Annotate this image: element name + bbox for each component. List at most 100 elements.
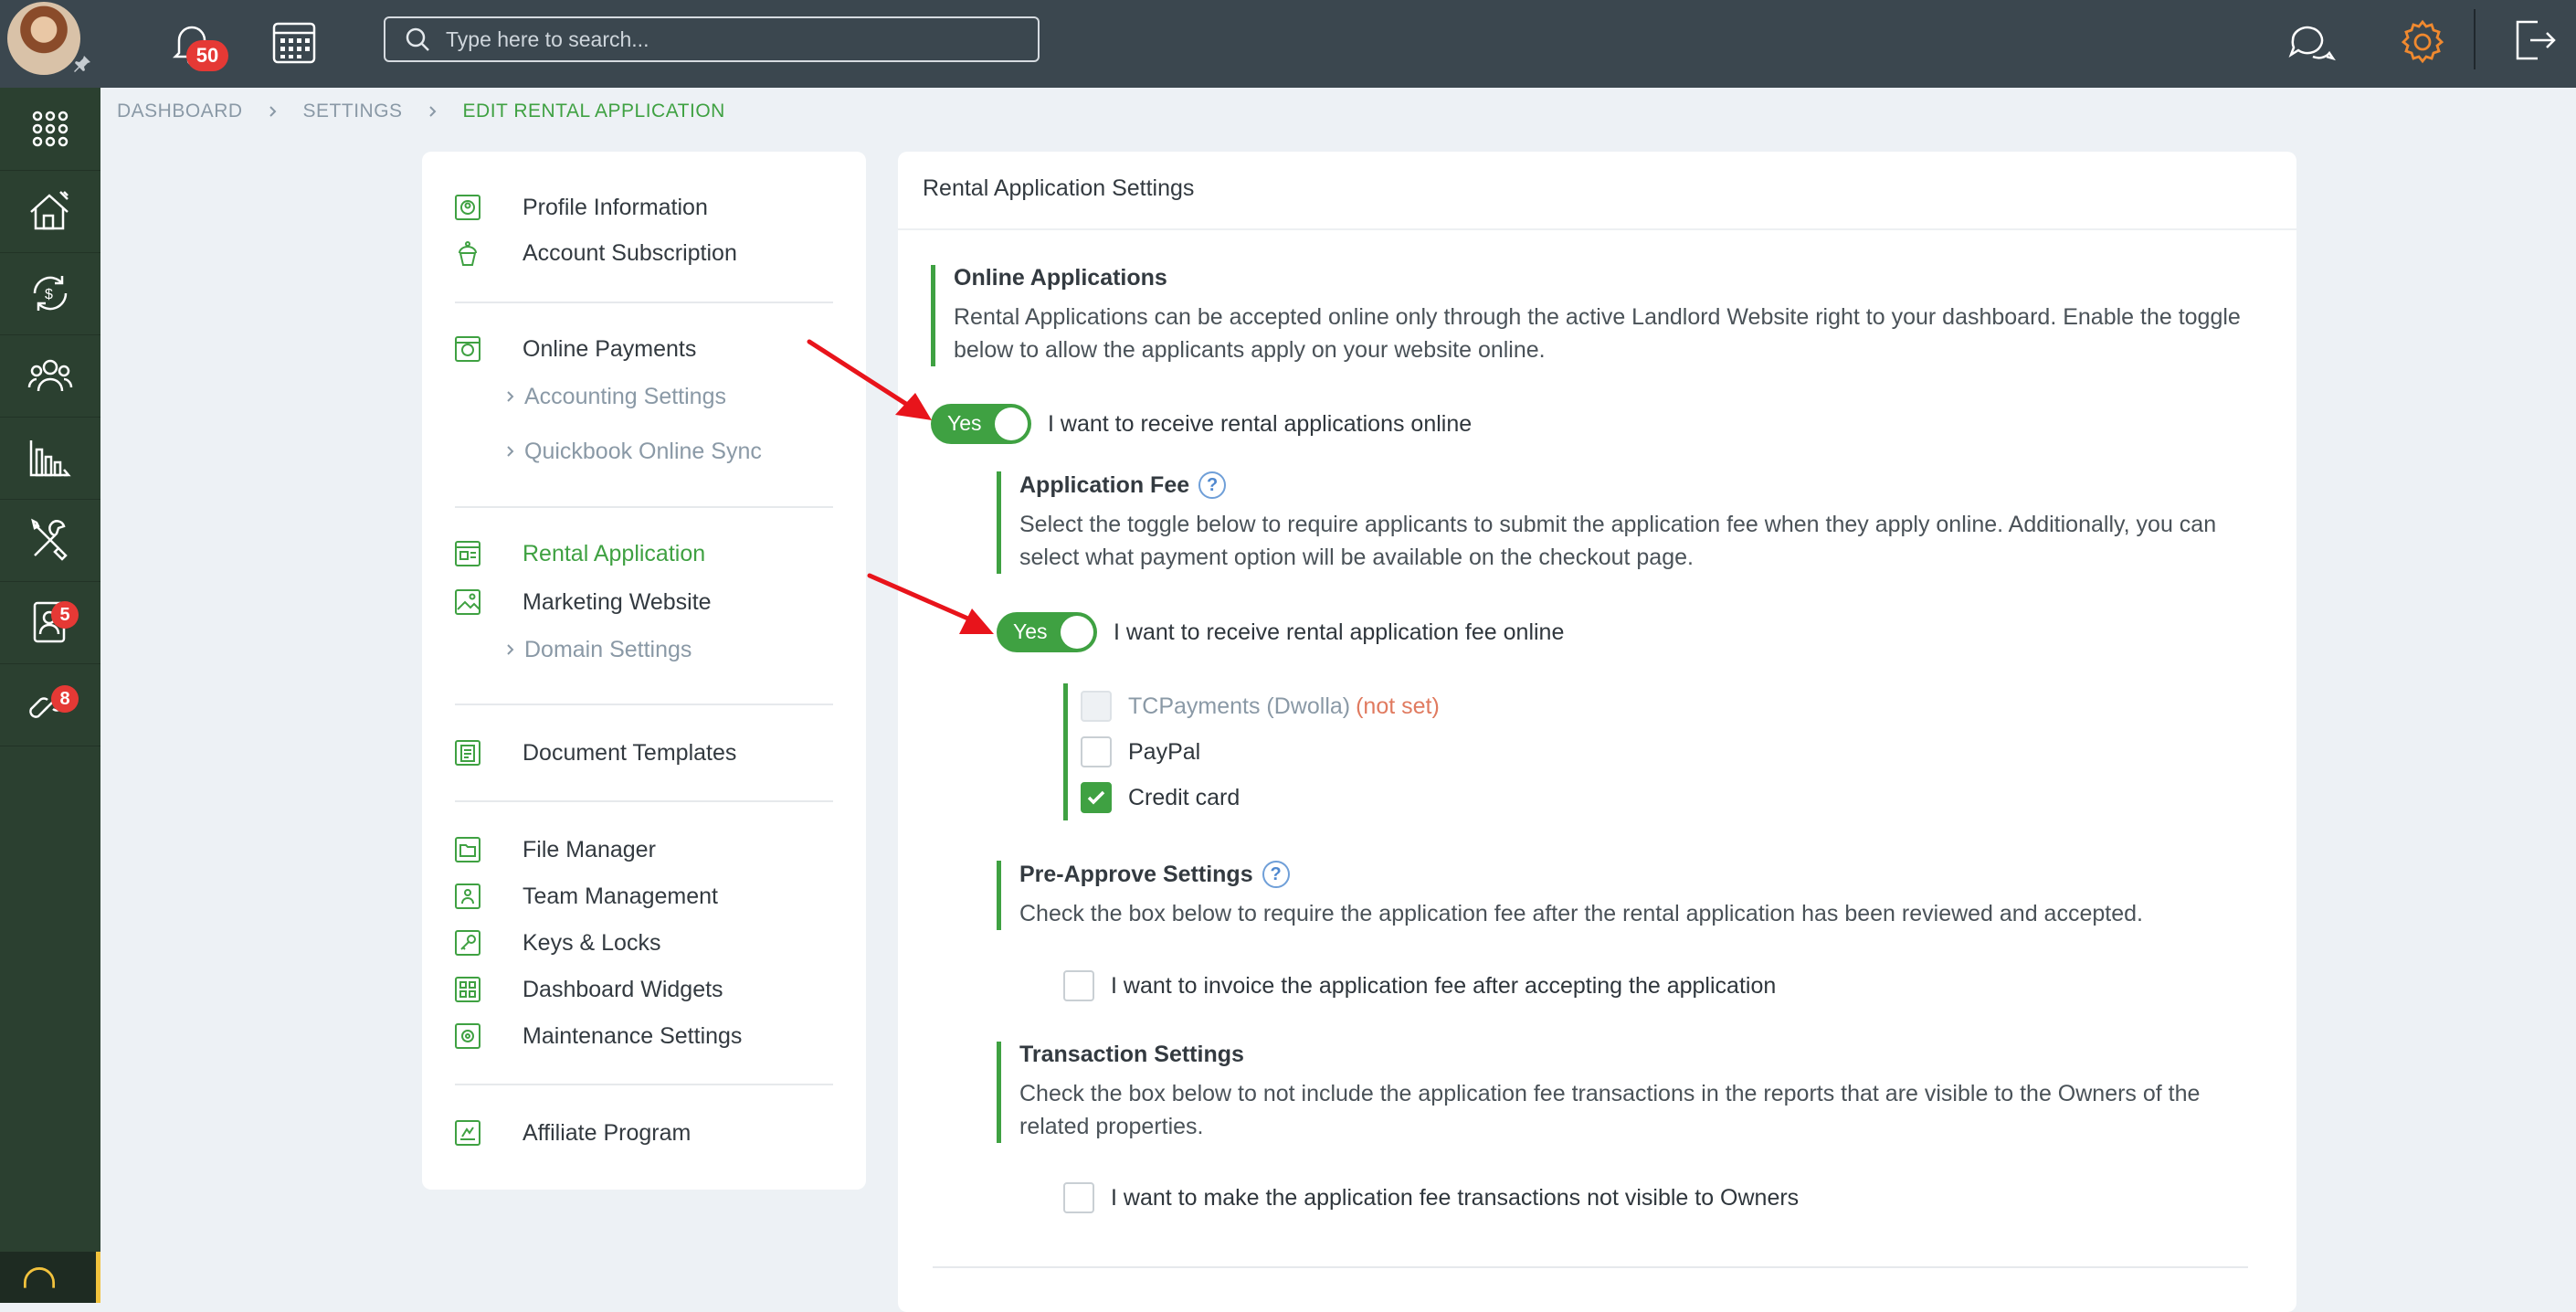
menu-item-account-subscription[interactable]: Account Subscription [453,235,737,271]
panel-header-divider [898,228,2296,230]
support-button[interactable] [0,1252,100,1303]
pre-approve-heading-row: Pre-Approve Settings ? [1019,861,2262,888]
people-icon [27,359,73,392]
menu-item-label: File Manager [523,836,656,862]
menu-item-online-payments[interactable]: Online Payments [453,331,696,367]
menu-item-team-management[interactable]: Team Management [453,878,718,915]
payments-nav[interactable]: $ [0,252,100,335]
pre-approve-check-row: I want to invoice the application fee af… [1063,970,1776,1001]
pin-icon[interactable] [71,53,93,75]
application-fee-toggle-text: I want to receive rental application fee… [1114,619,1565,645]
application-fee-heading-row: Application Fee ? [1019,471,2262,499]
avatar-cell [0,0,100,88]
apps-grid-icon [32,111,69,147]
money-cycle-icon: $ [33,276,68,311]
checkmark-icon [1087,790,1105,805]
affiliate-nav[interactable]: 8 [0,663,100,746]
affiliate-badge: 8 [51,685,79,713]
payment-option-paypal: PayPal [1081,729,1440,775]
toggle-knob [1061,616,1093,649]
chevron-right-icon [507,446,514,457]
credit-card-label: Credit card [1128,784,1240,810]
menu-divider [455,1084,833,1085]
payment-option-credit-card: Credit card [1081,775,1440,820]
submenu-accounting-settings[interactable]: Accounting Settings [504,380,726,413]
breadcrumb-current: EDIT RENTAL APPLICATION [462,101,725,122]
chevron-right-icon [269,106,276,117]
applications-badge: 5 [51,601,79,629]
team-icon [455,883,480,909]
panel-bottom-divider [933,1266,2248,1268]
toggle-yes-label: Yes [947,411,982,435]
search-input[interactable] [444,26,1038,53]
menu-item-label: Profile Information [523,194,708,220]
application-fee-heading: Application Fee [1019,471,1190,498]
key-icon [455,930,480,956]
reports-nav[interactable] [0,417,100,500]
paypal-checkbox[interactable] [1081,736,1112,767]
transaction-settings-section: Transaction Settings Check the box below… [997,1042,2262,1143]
credit-card-checkbox[interactable] [1081,782,1112,813]
help-icon[interactable]: ? [1262,861,1290,888]
logout-icon[interactable] [2510,16,2558,64]
online-applications-toggle-row: Yes I want to receive rental application… [931,404,1472,444]
menu-item-label: Rental Application [523,540,706,566]
menu-item-marketing-website[interactable]: Marketing Website [453,584,712,620]
paypal-label: PayPal [1128,738,1201,765]
not-set-note: (not set) [1356,693,1440,719]
submenu-label: Accounting Settings [524,383,726,409]
apps-grid-nav[interactable] [0,88,100,171]
breadcrumb-dashboard[interactable]: DASHBOARD [117,101,243,122]
tcpayments-checkbox [1081,691,1112,722]
menu-item-affiliate-program[interactable]: Affiliate Program [453,1115,691,1151]
people-nav[interactable] [0,334,100,418]
properties-nav[interactable] [0,170,100,253]
search-icon [406,27,429,51]
invoice-after-accepting-checkbox[interactable] [1063,970,1094,1001]
bar-chart-icon [29,440,71,477]
headset-icon [23,1267,56,1288]
applications-nav[interactable]: 5 [0,581,100,664]
menu-item-label: Keys & Locks [523,929,661,956]
settings-menu: Profile Information Account Subscription… [422,152,866,1190]
application-fee-description: Select the toggle below to require appli… [1019,512,2217,570]
invoice-after-accepting-label: I want to invoice the application fee af… [1111,972,1777,999]
avatar[interactable] [7,2,80,75]
menu-item-profile-information[interactable]: Profile Information [453,189,708,226]
submenu-quickbook-online-sync[interactable]: Quickbook Online Sync [504,435,762,468]
online-applications-section: Online Applications Rental Applications … [931,265,2251,366]
hide-from-owners-checkbox[interactable] [1063,1182,1094,1213]
chat-icon[interactable] [2286,16,2337,68]
submenu-label: Domain Settings [524,636,692,662]
annotation-arrow [807,339,932,420]
menu-item-rental-application[interactable]: Rental Application [453,535,705,572]
menu-item-label: Account Subscription [523,239,737,266]
menu-divider [455,704,833,705]
calendar-icon[interactable] [270,18,318,66]
payment-options-list: TCPayments (Dwolla) (not set) PayPal Cre… [1063,683,1440,820]
image-icon [455,589,480,615]
menu-item-maintenance-settings[interactable]: Maintenance Settings [453,1018,742,1054]
gear-icon [455,1023,480,1049]
document-icon [455,740,480,766]
breadcrumb-settings[interactable]: SETTINGS [303,101,403,122]
help-icon[interactable]: ? [1198,471,1227,499]
submenu-domain-settings[interactable]: Domain Settings [504,633,692,666]
menu-item-label: Marketing Website [523,588,712,615]
menu-item-dashboard-widgets[interactable]: Dashboard Widgets [453,971,723,1008]
panel-title: Rental Application Settings [923,175,1195,201]
menu-item-label: Maintenance Settings [523,1022,743,1049]
tools-icon [31,518,68,561]
menu-item-label: Dashboard Widgets [523,976,723,1002]
menu-item-label: Team Management [523,883,719,909]
menu-item-file-manager[interactable]: File Manager [453,831,656,868]
online-applications-toggle[interactable]: Yes [931,404,1031,444]
menu-item-keys-locks[interactable]: Keys & Locks [453,925,660,961]
menu-item-document-templates[interactable]: Document Templates [453,735,736,771]
maintenance-nav[interactable] [0,499,100,582]
gear-icon[interactable] [2397,16,2448,68]
transaction-settings-description: Check the box below to not include the a… [1019,1081,2201,1139]
application-fee-toggle[interactable]: Yes [997,612,1097,652]
menu-divider [455,800,833,802]
search-box[interactable] [384,16,1040,62]
